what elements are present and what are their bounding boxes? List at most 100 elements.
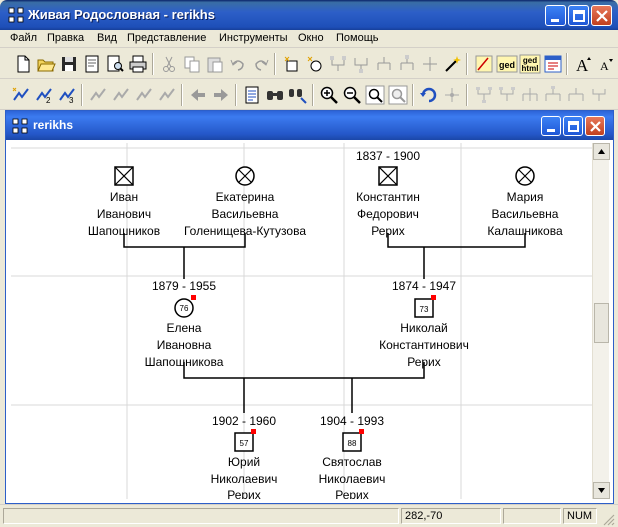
print-icon[interactable] (127, 53, 149, 75)
document-icon[interactable] (241, 84, 263, 106)
document-minimize-button[interactable] (541, 116, 561, 136)
cut-icon[interactable] (158, 53, 180, 75)
person-age: 76 (180, 304, 189, 313)
person-dates: 1904 - 1993 (320, 414, 384, 428)
paste-icon[interactable] (204, 53, 226, 75)
menu-edit[interactable]: Правка (47, 32, 84, 44)
menu-tools[interactable]: Инструменты (219, 32, 288, 44)
ged-html-icon[interactable]: gedhtml (519, 53, 541, 75)
back-icon[interactable] (187, 84, 209, 106)
tree-grid (11, 143, 592, 499)
document-title: rerikhs (33, 118, 74, 132)
tree-canvas[interactable]: Иван Иванович Шапошников Екатерина Васил… (11, 143, 592, 499)
magic-wand-icon[interactable] (442, 53, 464, 75)
person-ekaterina[interactable]: Екатерина Васильевна Голенищева-Кутузова (184, 166, 306, 238)
maximize-icon (568, 121, 579, 132)
ged-export-icon[interactable]: ged (496, 53, 518, 75)
zoom-out-icon[interactable] (341, 84, 363, 106)
resize-grip-icon[interactable] (602, 513, 616, 527)
document-maximize-button[interactable] (563, 116, 583, 136)
tree-tool-2-icon[interactable] (350, 53, 372, 75)
forward-icon[interactable] (210, 84, 232, 106)
person-maria[interactable]: Мария Васильевна Калашникова (487, 166, 563, 238)
record-marker (431, 295, 436, 300)
nav-3-icon[interactable] (133, 84, 155, 106)
add-person-icon[interactable] (281, 53, 303, 75)
menu-representation[interactable]: Представление (127, 32, 206, 44)
tree-tool-4-icon[interactable] (396, 53, 418, 75)
copy-icon[interactable] (181, 53, 203, 75)
menu-window[interactable]: Окно (298, 32, 324, 44)
person-svyatoslav[interactable]: 1904 - 1993 88 Святослав Николаевич Рери… (319, 414, 386, 499)
scroll-down-button[interactable] (593, 482, 610, 499)
person-1-icon[interactable] (10, 84, 32, 106)
zoom-in-icon[interactable] (318, 84, 340, 106)
document-window: rerikhs Иван Иванович Шапошников Екатери… (5, 110, 614, 504)
page-icon[interactable] (81, 53, 103, 75)
edit-ged-icon[interactable] (473, 53, 495, 75)
zoom-fit-icon[interactable] (364, 84, 386, 106)
new-icon[interactable] (12, 53, 34, 75)
nav-1-icon[interactable] (87, 84, 109, 106)
person-ivan[interactable]: Иван Иванович Шапошников (88, 166, 160, 238)
close-button[interactable] (591, 5, 612, 26)
print-preview-icon[interactable] (104, 53, 126, 75)
app-tree-icon (8, 7, 24, 23)
tree-tool-1-icon[interactable] (327, 53, 349, 75)
status-message-panel (3, 508, 399, 524)
document-close-button[interactable] (585, 116, 605, 136)
minimize-button[interactable] (545, 5, 566, 26)
layout-1-icon[interactable] (473, 84, 495, 106)
person-elena[interactable]: 1879 - 1955 76 Елена Ивановна Шапошников… (145, 279, 224, 369)
center-icon[interactable] (441, 84, 463, 106)
female-symbol-icon (515, 166, 535, 186)
window-title: Живая Родословная - rerikhs (28, 7, 215, 22)
person-name-line: Федорович (357, 207, 419, 221)
undo-icon[interactable] (227, 53, 249, 75)
scroll-thumb[interactable] (594, 303, 609, 343)
person-nikolai[interactable]: 1874 - 1947 73 Николай Константинович Ре… (379, 279, 469, 369)
open-icon[interactable] (35, 53, 57, 75)
tree-tool-5-icon[interactable] (419, 53, 441, 75)
main-toolbar: ged ged html A A (0, 49, 618, 79)
web-page-icon[interactable] (542, 53, 564, 75)
menu-view[interactable]: Вид (97, 32, 117, 44)
layout-6-icon[interactable] (588, 84, 610, 106)
record-marker (359, 429, 364, 434)
scroll-up-button[interactable] (593, 143, 610, 160)
layout-4-icon[interactable] (542, 84, 564, 106)
person-konstantin[interactable]: 1837 - 1900 Константин Федорович Рерих (356, 149, 420, 238)
tree-tool-3-icon[interactable] (373, 53, 395, 75)
find-next-icon[interactable] (287, 84, 309, 106)
person-age: 73 (420, 305, 429, 314)
layout-2-icon[interactable] (496, 84, 518, 106)
save-icon[interactable] (58, 53, 80, 75)
arrow-down-icon (598, 488, 605, 493)
close-icon (590, 121, 601, 132)
person-name-line: Рерих (371, 224, 405, 238)
redo-icon[interactable] (250, 53, 272, 75)
person-name-line: Юрий (228, 455, 260, 469)
find-icon[interactable] (264, 84, 286, 106)
female-symbol-icon (235, 166, 255, 186)
svg-text:html: html (522, 64, 539, 73)
family-tree-diagram: Иван Иванович Шапошников Екатерина Васил… (11, 143, 592, 499)
font-decrease-icon[interactable]: A (595, 53, 617, 75)
font-increase-icon[interactable]: A (572, 53, 594, 75)
title-bar: Живая Родословная - rerikhs (0, 0, 618, 30)
person-name-line: Ивановна (157, 338, 212, 352)
nav-4-icon[interactable] (156, 84, 178, 106)
layout-5-icon[interactable] (565, 84, 587, 106)
zoom-page-icon[interactable] (387, 84, 409, 106)
nav-2-icon[interactable] (110, 84, 132, 106)
menu-file[interactable]: Файл (10, 32, 37, 44)
add-relative-icon[interactable] (304, 53, 326, 75)
layout-3-icon[interactable] (519, 84, 541, 106)
person-age: 57 (240, 439, 249, 448)
refresh-icon[interactable] (418, 84, 440, 106)
vertical-scrollbar[interactable] (592, 143, 610, 499)
person-3-icon[interactable]: 3 (56, 84, 78, 106)
person-2-icon[interactable]: 2 (33, 84, 55, 106)
maximize-button[interactable] (568, 5, 589, 26)
menu-help[interactable]: Помощь (336, 32, 379, 44)
